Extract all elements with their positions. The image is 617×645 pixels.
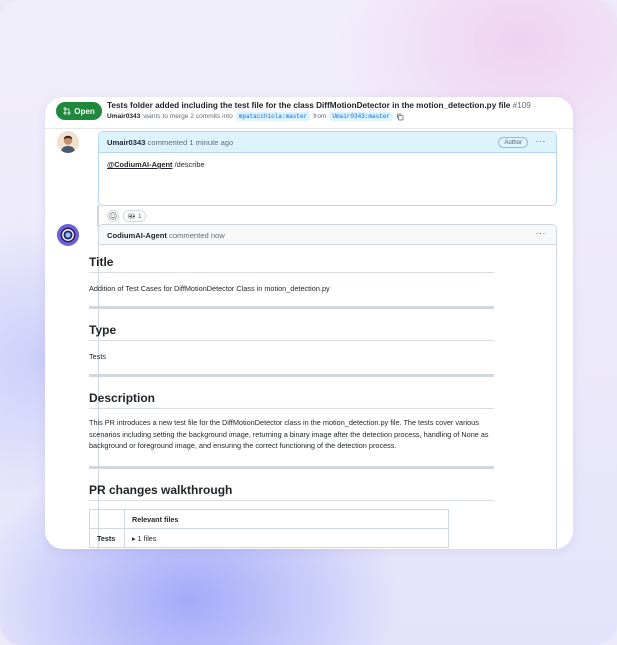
table-header-cell (89, 509, 125, 529)
base-branch[interactable]: mpatacchiola:master (235, 112, 311, 121)
comment-author[interactable]: CodiumAI-Agent (107, 231, 167, 240)
eyes-icon (127, 213, 136, 219)
reaction-count: 1 (138, 212, 142, 220)
add-reaction-button[interactable] (107, 210, 119, 222)
pr-subtitle: Umair0343 wants to merge 2 commits into … (107, 112, 404, 121)
comment-author[interactable]: Umair0343 (107, 138, 145, 147)
comment-menu-icon[interactable]: ··· (536, 228, 547, 238)
pr-number: #109 (512, 101, 531, 110)
pr-title-text: Tests folder added including the test fi… (107, 101, 511, 110)
comment-body: @CodiumAI-Agent /describe 1 (107, 160, 205, 222)
pr-state-label: Open (74, 106, 95, 116)
comment-timestamp: commented now (169, 231, 225, 240)
timeline-connector (97, 205, 99, 227)
comment-author-line: CodiumAI-Agent commented now (107, 231, 225, 240)
table-header-row: Relevant files (89, 509, 449, 529)
pr-state-badge: Open (56, 102, 102, 120)
command-text: /describe (174, 160, 205, 169)
pr-card: Open Tests folder added including the te… (45, 97, 573, 549)
avatar-codiumai[interactable] (57, 224, 79, 246)
files-expander[interactable]: ▸ 1 files (124, 528, 449, 548)
copy-icon[interactable] (396, 113, 404, 121)
heading-divider (89, 500, 494, 501)
section-divider (89, 306, 494, 309)
relevant-files-table: Relevant files Tests ▸ 1 files (89, 509, 449, 548)
avatar-umair[interactable] (57, 131, 79, 153)
head-branch[interactable]: Umair0343:master (329, 112, 393, 121)
description-text: This PR introduces a new test file for t… (89, 418, 489, 450)
user-avatar-icon (57, 131, 79, 153)
author-badge: Author (498, 137, 528, 148)
smiley-icon (109, 212, 117, 220)
type-text: Tests (89, 352, 107, 361)
section-divider (89, 374, 494, 377)
heading-divider (89, 408, 494, 409)
title-text: Addition of Test Cases for DiffMotionDet… (89, 284, 330, 293)
comment-timestamp: commented 1 minute ago (147, 138, 234, 147)
type-heading: Type (89, 323, 117, 337)
heading-divider (89, 340, 494, 341)
eyes-reaction-button[interactable]: 1 (123, 210, 146, 222)
comment-umair: Umair0343 commented 1 minute ago Author … (98, 131, 557, 222)
table-row-label: Tests (89, 528, 125, 548)
comment-menu-icon[interactable]: ··· (536, 136, 547, 146)
pull-request-icon (63, 107, 71, 115)
codiumai-logo-icon (57, 224, 79, 246)
heading-divider (89, 272, 494, 273)
pr-title: Tests folder added including the test fi… (107, 101, 531, 110)
reactions-bar: 1 (107, 210, 146, 222)
description-heading: Description (89, 391, 156, 405)
comment-author-line: Umair0343 commented 1 minute ago (107, 138, 233, 147)
comment-header: Umair0343 commented 1 minute ago Author … (99, 132, 556, 153)
section-divider (89, 466, 494, 469)
walkthrough-heading: PR changes walkthrough (89, 483, 233, 497)
pr-merge-text: wants to merge 2 commits into (143, 113, 233, 120)
title-heading: Title (89, 255, 114, 269)
pr-from-text: from (313, 113, 327, 120)
table-row: Tests ▸ 1 files (89, 528, 449, 548)
pr-author-link[interactable]: Umair0343 (107, 113, 140, 120)
mention-link[interactable]: @CodiumAI-Agent (107, 160, 173, 169)
pr-header: Open Tests folder added including the te… (45, 97, 573, 129)
table-header-cell: Relevant files (124, 509, 449, 529)
comment-header: CodiumAI-Agent commented now ··· (99, 225, 556, 245)
